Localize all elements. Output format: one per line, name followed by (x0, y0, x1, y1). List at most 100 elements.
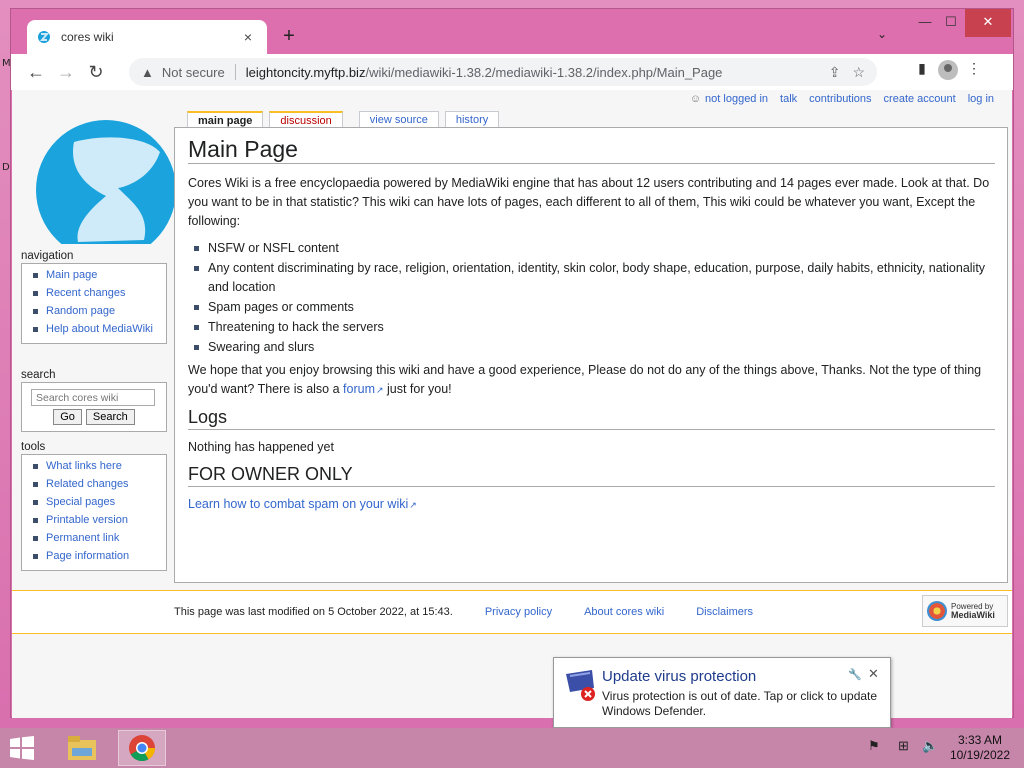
share-icon[interactable]: ⇪ (829, 64, 841, 81)
intro-paragraph: Cores Wiki is a free encyclopaedia power… (188, 176, 990, 228)
browser-titlebar: cores wiki × + ⌄ — ☐ ✕ (11, 9, 1013, 54)
network-icon[interactable]: ⊞ (898, 738, 909, 754)
sidebar-item-main-page[interactable]: Main page (28, 267, 160, 284)
mediawiki-text: MediaWiki (951, 610, 995, 620)
privacy-policy-link[interactable]: Privacy policy (485, 606, 552, 618)
url-host: leightoncity.myftp.biz (245, 64, 366, 80)
last-modified-text: This page was last modified on 5 October… (174, 606, 453, 618)
search-portlet: search Go Search (21, 369, 167, 432)
notification-close-icon[interactable]: ✕ (868, 666, 879, 682)
tools-item-what-links-here[interactable]: What links here (28, 458, 160, 475)
url-path: /wiki/mediawiki-1.38.2/mediawiki-1.38.2/… (365, 64, 723, 80)
list-item: Swearing and slurs (194, 338, 995, 357)
portlet-heading: navigation (21, 250, 74, 262)
list-item: Threatening to hack the servers (194, 318, 995, 337)
tools-item-permanent-link[interactable]: Permanent link (28, 530, 160, 547)
maximize-button[interactable]: ☐ (933, 9, 969, 37)
personal-not-logged-in: not logged in (705, 93, 769, 105)
favicon-icon (38, 31, 50, 43)
windows-start-icon[interactable] (8, 736, 36, 760)
clock-date: 10/19/2022 (949, 748, 1010, 762)
file-explorer-app[interactable] (58, 730, 106, 766)
user-icon: ☺ (689, 93, 702, 105)
portlet-heading: search (21, 369, 56, 381)
portlet-body: Main page Recent changes Random page Hel… (21, 263, 167, 344)
back-button[interactable]: ← (21, 57, 51, 87)
system-clock[interactable]: 3:33 AM 10/19/2022 (950, 733, 1010, 763)
address-bar[interactable]: ▲ Not secure leightoncity.myftp.biz/wiki… (129, 58, 877, 86)
tab-close-icon[interactable]: × (239, 29, 257, 45)
mediawiki-flower-icon (927, 601, 947, 621)
side-panel-icon[interactable]: ▮ (909, 60, 935, 84)
browser-toolbar: ← → ↻ ▲ Not secure leightoncity.myftp.bi… (11, 54, 1013, 90)
go-button[interactable]: Go (53, 409, 82, 425)
folder-icon (68, 736, 96, 760)
chrome-app[interactable] (118, 730, 166, 766)
sidebar-item-recent-changes[interactable]: Recent changes (28, 285, 160, 302)
disclaimers-link[interactable]: Disclaimers (696, 606, 753, 618)
profile-button[interactable] (935, 60, 961, 84)
reload-button[interactable]: ↻ (81, 57, 111, 87)
menu-kebab-icon[interactable]: ⋮ (961, 60, 987, 84)
tab-search-icon[interactable]: ⌄ (877, 27, 887, 41)
avatar-icon (938, 60, 958, 80)
close-window-button[interactable]: ✕ (965, 9, 1011, 37)
about-link[interactable]: About cores wiki (584, 606, 664, 618)
desktop-edge-letter: D (2, 162, 10, 173)
outro-text: We hope that you enjoy browsing this wik… (188, 363, 982, 396)
personal-contributions-link[interactable]: contributions (809, 93, 871, 105)
wiki-page: ☺ not logged in talk contributions creat… (12, 90, 1012, 718)
search-button[interactable]: Search (85, 409, 135, 425)
defender-flag-icon (566, 670, 595, 701)
wrench-icon[interactable]: 🔧 (848, 668, 862, 681)
navigation-portlet: navigation Main page Recent changes Rand… (21, 250, 167, 344)
tab-title: cores wiki (61, 30, 114, 44)
notification-title: Update virus protection (602, 668, 757, 685)
defender-notification[interactable]: Update virus protection Virus protection… (553, 657, 891, 728)
volume-icon[interactable]: 🔈 (922, 738, 938, 754)
toolbar-right: ▮ ⋮ (909, 60, 987, 84)
security-label[interactable]: Not secure (162, 65, 225, 80)
defender-tray-icon[interactable]: ⚑ (868, 738, 880, 754)
tools-item-related-changes[interactable]: Related changes (28, 476, 160, 493)
portlet-heading: tools (21, 441, 46, 453)
portlet-body: What links here Related changes Special … (21, 454, 167, 571)
personal-talk-link[interactable]: talk (780, 93, 797, 105)
log-in-link[interactable]: log in (968, 93, 994, 105)
star-icon[interactable]: ☆ (852, 64, 865, 81)
tools-item-special-pages[interactable]: Special pages (28, 494, 160, 511)
new-tab-button[interactable]: + (277, 25, 301, 48)
list-item: Any content discriminating by race, reli… (194, 259, 995, 297)
tools-item-page-information[interactable]: Page information (28, 548, 160, 565)
tools-portlet: tools What links here Related changes Sp… (21, 441, 167, 571)
browser-tab[interactable]: cores wiki × (27, 20, 267, 54)
sidebar-item-help[interactable]: Help about MediaWiki (28, 321, 160, 338)
logs-text: Nothing has happened yet (188, 440, 334, 454)
wiki-logo[interactable] (34, 106, 174, 244)
warning-triangle-icon[interactable]: ▲ (141, 65, 154, 80)
list-item: Spam pages or comments (194, 298, 995, 317)
tools-item-printable-version[interactable]: Printable version (28, 512, 160, 529)
search-input[interactable] (31, 389, 155, 406)
logs-heading: Logs (188, 408, 995, 430)
outro-paragraph: We hope that you enjoy browsing this wik… (188, 361, 995, 400)
outro-text-end: just for you! (383, 382, 452, 396)
create-account-link[interactable]: create account (884, 93, 956, 105)
combat-spam-link[interactable]: Learn how to combat spam on your wiki (188, 497, 417, 511)
sidebar-item-random-page[interactable]: Random page (28, 303, 160, 320)
chrome-icon (129, 735, 156, 762)
wiki-footer: This page was last modified on 5 October… (12, 590, 1012, 634)
browser-window: cores wiki × + ⌄ — ☐ ✕ ← → ↻ ▲ Not secur… (10, 8, 1014, 718)
forum-link[interactable]: forum (343, 382, 384, 396)
portlet-body: Go Search (21, 382, 167, 432)
personal-tools: ☺ not logged in talk contributions creat… (690, 93, 994, 105)
rules-list: NSFW or NSFL content Any content discrim… (194, 239, 995, 357)
powered-by-mediawiki-badge[interactable]: Powered by MediaWiki (922, 595, 1008, 627)
divider (234, 64, 236, 80)
forward-button[interactable]: → (51, 57, 81, 87)
taskbar: ⚑ ⊞ 🔈 3:33 AM 10/19/2022 (0, 728, 1024, 768)
notification-message: Virus protection is out of date. Tap or … (602, 689, 878, 718)
url-text[interactable]: leightoncity.myftp.biz/wiki/mediawiki-1.… (246, 65, 817, 80)
list-item: NSFW or NSFL content (194, 239, 995, 258)
main-content: Main Page Cores Wiki is a free encyclopa… (174, 127, 1008, 583)
